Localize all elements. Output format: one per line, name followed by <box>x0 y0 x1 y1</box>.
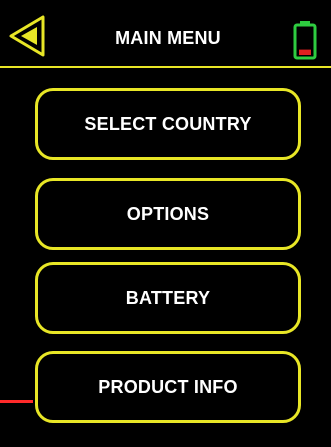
battery-button[interactable]: BATTERY <box>35 262 301 334</box>
main-menu-screen: MAIN MENU SELECT COUNTRY OPTIONS BATTERY… <box>0 0 331 447</box>
battery-low-icon <box>293 21 317 60</box>
header-bar: MAIN MENU <box>0 0 331 68</box>
page-title: MAIN MENU <box>115 28 221 48</box>
back-arrow-icon <box>9 15 45 57</box>
red-marker-line <box>0 400 33 403</box>
select-country-button[interactable]: SELECT COUNTRY <box>35 88 301 160</box>
options-button[interactable]: OPTIONS <box>35 178 301 250</box>
product-info-button[interactable]: PRODUCT INFO <box>35 351 301 423</box>
back-button[interactable] <box>6 14 48 58</box>
battery-indicator <box>292 20 318 60</box>
